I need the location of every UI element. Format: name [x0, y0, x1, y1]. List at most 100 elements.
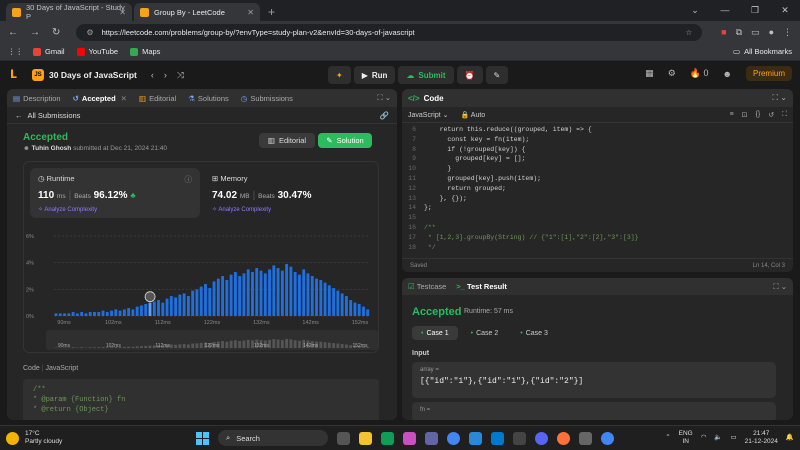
shuffle-icon[interactable]: ⤨	[177, 70, 184, 81]
tab-accepted[interactable]: ↺ Accepted ✕	[73, 94, 127, 103]
tab-editorial[interactable]: ▥ Editorial	[139, 94, 176, 103]
copilot-icon[interactable]	[403, 431, 416, 445]
prev-problem-icon[interactable]: ‹	[151, 70, 154, 80]
analyze-complexity-link[interactable]: ✧ Analyze Complexity	[212, 206, 366, 213]
notification-icon[interactable]: 🔔	[786, 434, 794, 442]
submitted-code[interactable]: /** * @param {Function} fn * @return {Ob…	[23, 379, 379, 420]
close-icon[interactable]: ✕	[247, 8, 254, 17]
link-icon[interactable]: 🔗	[380, 111, 389, 120]
store-icon[interactable]	[469, 431, 482, 445]
code-editor[interactable]: 6 return this.reduce((grouped, item) => …	[402, 123, 793, 254]
maximize-icon[interactable]: ❐	[740, 0, 770, 20]
app-icon[interactable]	[579, 431, 592, 445]
format-icon[interactable]: ≡	[730, 111, 734, 119]
premium-button[interactable]: Premium	[745, 66, 792, 81]
editorial-button[interactable]: ▥ Editorial	[259, 133, 315, 148]
notes-icon[interactable]: ✎	[485, 66, 509, 84]
battery-icon[interactable]: ▭	[731, 434, 737, 442]
submit-button[interactable]: ☁ Submit	[398, 66, 454, 84]
extension-icon[interactable]: ■	[721, 27, 726, 37]
reset-icon[interactable]: ↺	[768, 111, 774, 119]
chrome-icon[interactable]	[601, 431, 614, 445]
browser-tab-study-plan[interactable]: 30 Days of JavaScript - Study P ✕	[6, 3, 132, 21]
streak-counter[interactable]: 🔥 0	[690, 68, 709, 79]
close-icon[interactable]: ✕	[119, 8, 126, 17]
avatar[interactable]: ☻	[723, 69, 732, 79]
info-icon[interactable]: ⓘ	[185, 174, 193, 185]
firefox-icon[interactable]	[557, 431, 570, 445]
next-problem-icon[interactable]: ›	[164, 70, 167, 80]
volume-icon[interactable]: 🔈	[714, 434, 722, 442]
case-tab-1[interactable]: • Case 1	[412, 326, 458, 340]
close-icon[interactable]: ✕	[121, 94, 127, 103]
file-explorer-icon[interactable]	[359, 431, 372, 445]
braces-icon[interactable]: {}	[756, 111, 761, 119]
weather-widget[interactable]: 17°C Partly cloudy	[6, 430, 62, 446]
back-icon[interactable]: ←	[8, 27, 18, 38]
menu-dots-icon[interactable]: ⋮	[783, 27, 792, 38]
timer-icon[interactable]: ⏰	[456, 66, 483, 84]
debug-icon[interactable]: ✦	[328, 66, 351, 84]
auto-mode-toggle[interactable]: 🔒 Auto	[461, 111, 486, 119]
edge-icon[interactable]	[381, 431, 394, 445]
minimize-icon[interactable]: —	[710, 0, 740, 20]
taskbar-search[interactable]: ⌕ Search	[218, 430, 328, 446]
scrubber-bar	[191, 343, 195, 348]
expand-icon[interactable]: ⛶ ⌄	[772, 93, 787, 103]
x-tick-label: 112ms	[155, 320, 171, 326]
scrubber-bar	[225, 341, 229, 348]
runtime-card[interactable]: ◷ Runtime ⓘ 110 ms | Beats 96.12% ♣ ✧ Analy…	[30, 168, 200, 218]
url-field[interactable]: ⚙ https://leetcode.com/problems/group-by…	[76, 23, 703, 41]
tab-search-icon[interactable]: ⌄	[680, 0, 710, 20]
close-window-icon[interactable]: ✕	[770, 0, 800, 20]
new-tab-button[interactable]: +	[268, 5, 275, 19]
tab-solutions[interactable]: ⚗ Solutions	[188, 94, 229, 103]
app-icon[interactable]	[513, 431, 526, 445]
language-indicator[interactable]: ENG IN	[679, 430, 693, 446]
tab-description[interactable]: ▤ Description	[13, 94, 61, 103]
apps-grid-icon[interactable]: ⋮⋮	[8, 47, 23, 56]
vscode-icon[interactable]	[491, 431, 504, 445]
expand-icon[interactable]: ⛶ ⌄	[773, 282, 787, 292]
bookmark-maps[interactable]: Maps	[130, 47, 160, 56]
windows-start-icon[interactable]	[196, 431, 209, 445]
tab-submissions[interactable]: ◷ Submissions	[241, 94, 293, 103]
teams-icon[interactable]	[425, 431, 438, 445]
run-button[interactable]: ▶ Run	[353, 66, 396, 84]
language-select[interactable]: JavaScript ⌄	[408, 111, 449, 119]
memory-card[interactable]: ⊞ Memory 74.02 MB | Beats 30.47% ✧ Analyze…	[204, 168, 374, 218]
bookmark-youtube[interactable]: YouTube	[76, 47, 118, 56]
all-bookmarks[interactable]: ▭ All Bookmarks	[733, 47, 792, 56]
forward-icon[interactable]: →	[30, 27, 40, 38]
bookmark-gmail[interactable]: Gmail	[33, 47, 65, 56]
extensions-icon[interactable]: ⧉	[736, 27, 742, 38]
wifi-icon[interactable]: ◠	[701, 434, 707, 442]
chrome-icon[interactable]	[447, 431, 460, 445]
solution-button[interactable]: ✎ Solution	[318, 133, 372, 148]
study-plan-title[interactable]: 30 Days of JavaScript	[49, 70, 137, 80]
bookmark-star-icon[interactable]: ☆	[685, 28, 692, 37]
analyze-complexity-link[interactable]: ✧ Analyze Complexity	[38, 206, 192, 213]
clock[interactable]: 21:47 21-12-2024	[745, 430, 778, 446]
browser-tab-group-by[interactable]: Group By - LeetCode ✕	[134, 3, 260, 21]
reload-icon[interactable]: ↻	[52, 27, 60, 38]
discord-icon[interactable]	[535, 431, 548, 445]
fullscreen-icon[interactable]: ⛶	[782, 111, 787, 119]
settings-icon[interactable]: ⚙	[668, 68, 676, 79]
site-info-icon[interactable]: ⚙	[86, 28, 93, 37]
leetcode-logo-icon[interactable]: ᒪ	[10, 68, 22, 82]
runtime-distribution-chart[interactable]: 6% 4% 2% 0% 90ms 102ms 112ms 122ms 132ms 142ms 152…	[24, 232, 380, 354]
bookmark-icon[interactable]: ⊡	[742, 111, 748, 119]
expand-icon[interactable]: ⛶ ⌄	[377, 93, 391, 103]
profile-avatar-icon[interactable]: ●	[769, 27, 774, 37]
all-submissions-link[interactable]: ← All Submissions 🔗	[7, 107, 397, 124]
tab-testcase[interactable]: ☑ Testcase	[408, 282, 446, 291]
case-tab-3[interactable]: • Case 3	[511, 326, 557, 340]
chevron-up-icon[interactable]: ⌃	[665, 434, 670, 442]
tab-test-result[interactable]: >_ Test Result	[456, 282, 507, 291]
layout-icon[interactable]: ▦	[645, 68, 654, 79]
case-tab-2[interactable]: • Case 2	[462, 326, 508, 340]
sidepanel-icon[interactable]: ▭	[751, 27, 760, 38]
chart-bar	[93, 312, 96, 316]
task-view-icon[interactable]	[337, 431, 350, 445]
